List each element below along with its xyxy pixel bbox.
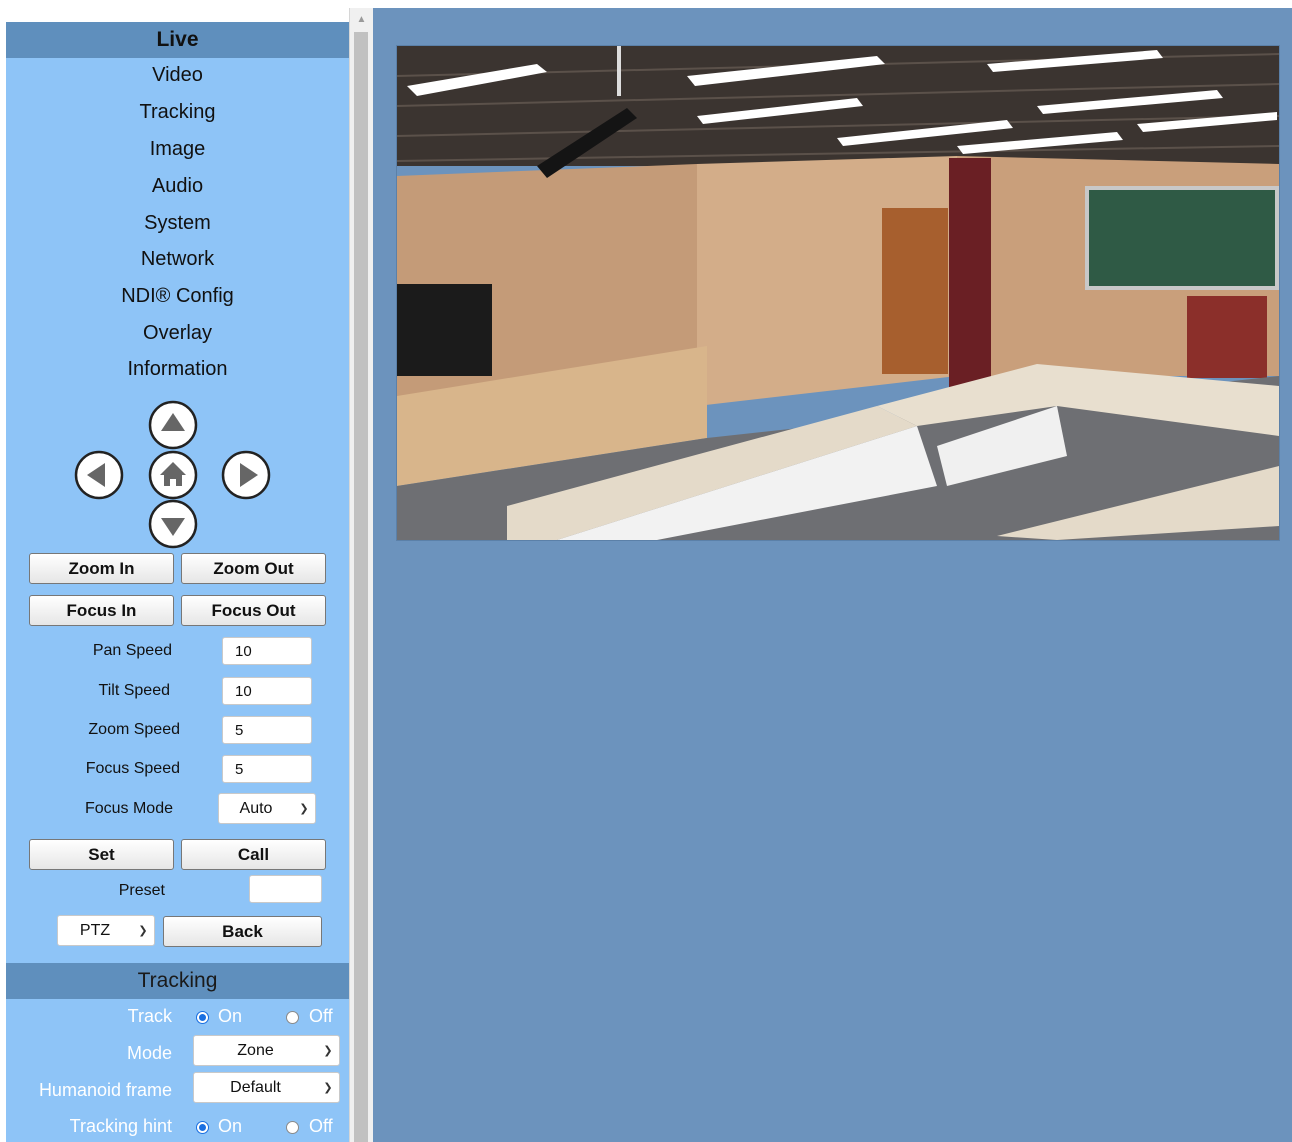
hint-on-radio[interactable] (196, 1121, 209, 1134)
tracking-hint-label: Tracking hint (69, 1116, 172, 1136)
tilt-speed-input[interactable] (222, 677, 312, 705)
focus-out-button[interactable]: Focus Out (181, 595, 326, 626)
focus-mode-select[interactable]: Auto ❯ (218, 793, 316, 824)
focus-mode-value: Auto (239, 799, 273, 817)
focus-mode-label: Focus Mode (84, 800, 173, 817)
preset-input[interactable] (249, 875, 322, 903)
up-arrow-icon[interactable] (148, 400, 198, 450)
focus-speed-input[interactable] (222, 755, 312, 783)
track-on-radio[interactable] (196, 1011, 209, 1024)
hint-off-radio[interactable] (286, 1121, 299, 1134)
mode-label: Mode (126, 1043, 172, 1063)
nav-audio[interactable]: Audio (6, 175, 349, 198)
tracking-mode-value: Zone (237, 1041, 274, 1059)
tilt-speed-label: Tilt Speed (98, 682, 170, 699)
zoom-out-button[interactable]: Zoom Out (181, 553, 326, 584)
left-arrow-icon[interactable] (74, 450, 124, 500)
zoom-in-button[interactable]: Zoom In (29, 553, 174, 584)
back-button[interactable]: Back (163, 916, 322, 947)
nav-information[interactable]: Information (6, 358, 349, 381)
focus-in-button[interactable]: Focus In (29, 595, 174, 626)
track-off-radio[interactable] (286, 1011, 299, 1024)
live-video-feed[interactable] (396, 45, 1280, 541)
zoom-speed-label: Zoom Speed (88, 721, 180, 738)
humanoid-frame-value: Default (230, 1078, 281, 1096)
track-off-label: Off (309, 1006, 333, 1026)
nav-image[interactable]: Image (6, 138, 349, 161)
chevron-down-icon: ❯ (299, 803, 309, 815)
set-preset-button[interactable]: Set (29, 839, 174, 870)
vertical-scrollbar[interactable]: ▲ (349, 8, 373, 1142)
nav-ndi-config[interactable]: NDI® Config (6, 285, 349, 308)
tracking-mode-select[interactable]: Zone ❯ (193, 1035, 340, 1066)
down-arrow-icon[interactable] (148, 499, 198, 549)
nav-system[interactable]: System (6, 212, 349, 235)
hint-on-label: On (218, 1116, 243, 1136)
mode-select-value: PTZ (79, 921, 111, 939)
mode-select[interactable]: PTZ ❯ (57, 915, 155, 946)
hint-off-label: Off (309, 1116, 333, 1136)
focus-speed-label: Focus Speed (85, 760, 180, 777)
nav-network[interactable]: Network (6, 248, 349, 271)
live-header: Live (6, 22, 349, 58)
nav-overlay[interactable]: Overlay (6, 322, 349, 345)
nav-tracking[interactable]: Tracking (6, 101, 349, 124)
track-label: Track (127, 1006, 172, 1026)
chevron-down-icon: ❯ (323, 1082, 333, 1094)
live-view-panel (373, 8, 1292, 1142)
track-on-label: On (218, 1006, 243, 1026)
humanoid-frame-label: Humanoid frame (38, 1080, 172, 1100)
scrollbar-thumb[interactable] (354, 32, 368, 1142)
home-icon[interactable] (148, 450, 198, 500)
nav-video[interactable]: Video (6, 64, 349, 87)
pan-speed-input[interactable] (222, 637, 312, 665)
right-arrow-icon[interactable] (221, 450, 271, 500)
control-sidebar: Live Video Tracking Image Audio System N… (6, 22, 349, 1142)
tracking-header: Tracking (6, 963, 349, 999)
chevron-down-icon: ❯ (138, 925, 148, 937)
humanoid-frame-select[interactable]: Default ❯ (193, 1072, 340, 1103)
chevron-down-icon: ❯ (323, 1045, 333, 1057)
preset-label: Preset (118, 882, 165, 899)
pan-speed-label: Pan Speed (92, 642, 172, 659)
zoom-speed-input[interactable] (222, 716, 312, 744)
scroll-up-icon[interactable]: ▲ (350, 8, 373, 30)
call-preset-button[interactable]: Call (181, 839, 326, 870)
